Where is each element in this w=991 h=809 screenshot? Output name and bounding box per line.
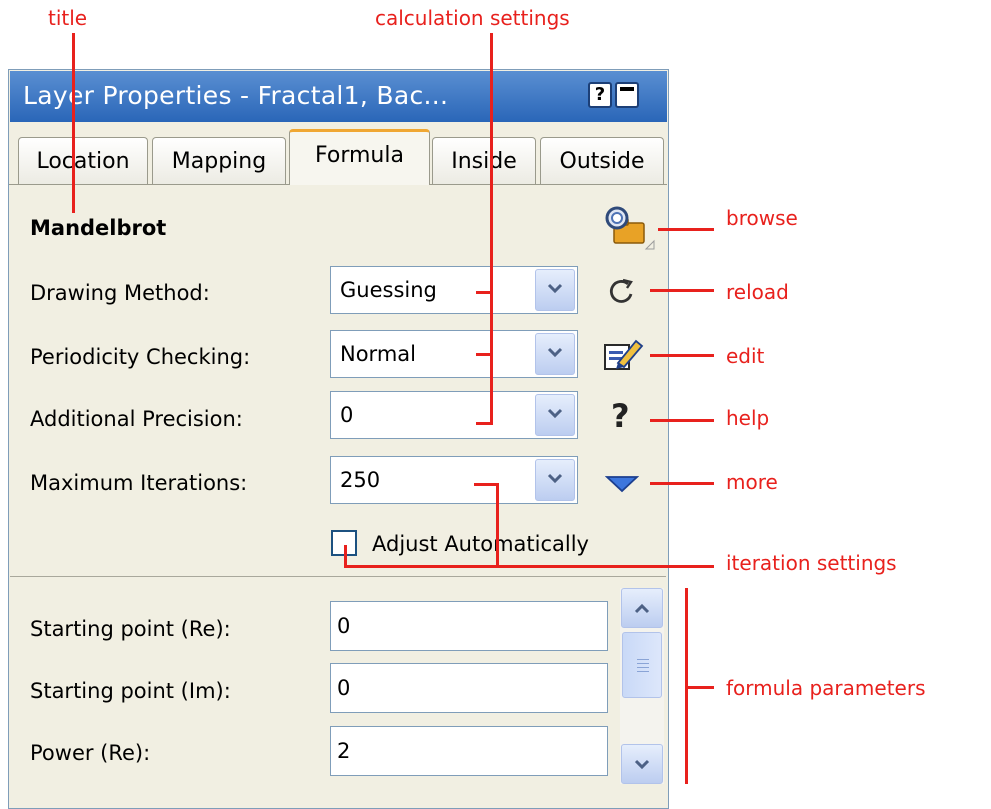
annotation-formula-parameters: formula parameters: [726, 676, 926, 700]
additional-precision-select[interactable]: 0: [330, 391, 578, 439]
annotation-calculation-settings: calculation settings: [375, 6, 570, 30]
drawing-method-dropdown-button[interactable]: [535, 269, 575, 311]
maximum-iterations-value: 250: [340, 468, 381, 492]
adjust-automatically-label[interactable]: Adjust Automatically: [372, 531, 589, 557]
maximum-iterations-dropdown-button[interactable]: [535, 459, 575, 501]
chevron-down-icon: [547, 473, 563, 484]
grip-line: [637, 663, 649, 664]
window-title: Layer Properties - Fractal1, Bac...: [23, 81, 449, 110]
minimize-title-button[interactable]: [615, 82, 639, 108]
scroll-up-button[interactable]: [621, 588, 663, 628]
leader-line-calc-precision: [476, 422, 493, 425]
power-re-value: 2: [337, 739, 351, 763]
power-re-input[interactable]: 2: [330, 726, 608, 776]
grip-line: [637, 659, 649, 660]
annotation-edit: edit: [726, 344, 765, 368]
tab-outside[interactable]: Outside: [540, 137, 664, 184]
browse-formula-icon[interactable]: [600, 203, 658, 253]
power-re-label: Power (Re):: [30, 741, 151, 765]
leader-line-help: [650, 419, 714, 422]
additional-precision-label: Additional Precision:: [30, 407, 243, 431]
leader-line-calc-periodicity: [476, 353, 493, 356]
title-bar[interactable]: Layer Properties - Fractal1, Bac... ?: [10, 71, 667, 122]
leader-line-title: [72, 33, 75, 213]
maximum-iterations-select[interactable]: 250: [330, 456, 578, 504]
parameters-scrollbar[interactable]: [620, 588, 664, 784]
starting-point-re-label: Starting point (Re):: [30, 617, 231, 641]
scroll-thumb[interactable]: [622, 632, 662, 698]
drawing-method-select[interactable]: Guessing: [330, 266, 578, 314]
tab-mapping[interactable]: Mapping: [152, 137, 286, 184]
leader-line-iter-bottom: [344, 565, 714, 568]
reload-icon[interactable]: [604, 276, 638, 308]
starting-point-re-value: 0: [337, 614, 351, 638]
starting-point-im-value: 0: [337, 676, 351, 700]
starting-point-im-label: Starting point (Im):: [30, 679, 231, 703]
leader-line-iter-vertical: [496, 483, 499, 568]
tab-formula[interactable]: Formula: [289, 129, 430, 185]
help-icon[interactable]: ?: [611, 396, 630, 436]
leader-line-edit: [650, 354, 714, 357]
starting-point-im-input[interactable]: 0: [330, 663, 608, 713]
annotation-browse: browse: [726, 206, 798, 230]
annotation-help: help: [726, 406, 770, 430]
periodicity-checking-select[interactable]: Normal: [330, 330, 578, 378]
periodicity-checking-label: Periodicity Checking:: [30, 345, 251, 369]
more-triangle-icon[interactable]: [605, 475, 639, 493]
maximum-iterations-label: Maximum Iterations:: [30, 471, 248, 495]
leader-line-reload: [650, 289, 714, 292]
grip-line: [637, 667, 649, 668]
scroll-down-button[interactable]: [621, 744, 663, 784]
help-title-button[interactable]: ?: [588, 82, 612, 108]
tab-location[interactable]: Location: [18, 137, 148, 184]
periodicity-checking-dropdown-button[interactable]: [535, 333, 575, 375]
annotation-iteration-settings: iteration settings: [726, 551, 897, 575]
annotation-title: title: [48, 6, 88, 30]
chevron-down-icon: [547, 347, 563, 358]
edit-icon[interactable]: [602, 337, 644, 373]
leader-line-browse: [658, 228, 714, 231]
leader-line-calc-vertical: [490, 33, 493, 425]
tab-inside[interactable]: Inside: [432, 137, 536, 184]
additional-precision-value: 0: [340, 403, 354, 427]
chevron-up-icon: [634, 603, 650, 614]
leader-line-iter-checkbox: [344, 545, 347, 568]
drawing-method-label: Drawing Method:: [30, 281, 210, 305]
section-separator: [10, 576, 666, 577]
chevron-down-icon: [547, 408, 563, 419]
drawing-method-value: Guessing: [340, 278, 437, 302]
periodicity-checking-value: Normal: [340, 342, 416, 366]
leader-line-params: [685, 686, 714, 689]
annotation-reload: reload: [726, 280, 789, 304]
leader-line-calc-drawing: [476, 291, 493, 294]
starting-point-re-input[interactable]: 0: [330, 601, 608, 651]
grip-line: [637, 671, 649, 672]
additional-precision-dropdown-button[interactable]: [535, 394, 575, 436]
chevron-down-icon: [547, 283, 563, 294]
annotation-more: more: [726, 470, 778, 494]
minimize-icon: [620, 87, 634, 91]
chevron-down-icon: [634, 759, 650, 770]
leader-line-more: [650, 482, 714, 485]
formula-name: Mandelbrot: [30, 216, 167, 240]
